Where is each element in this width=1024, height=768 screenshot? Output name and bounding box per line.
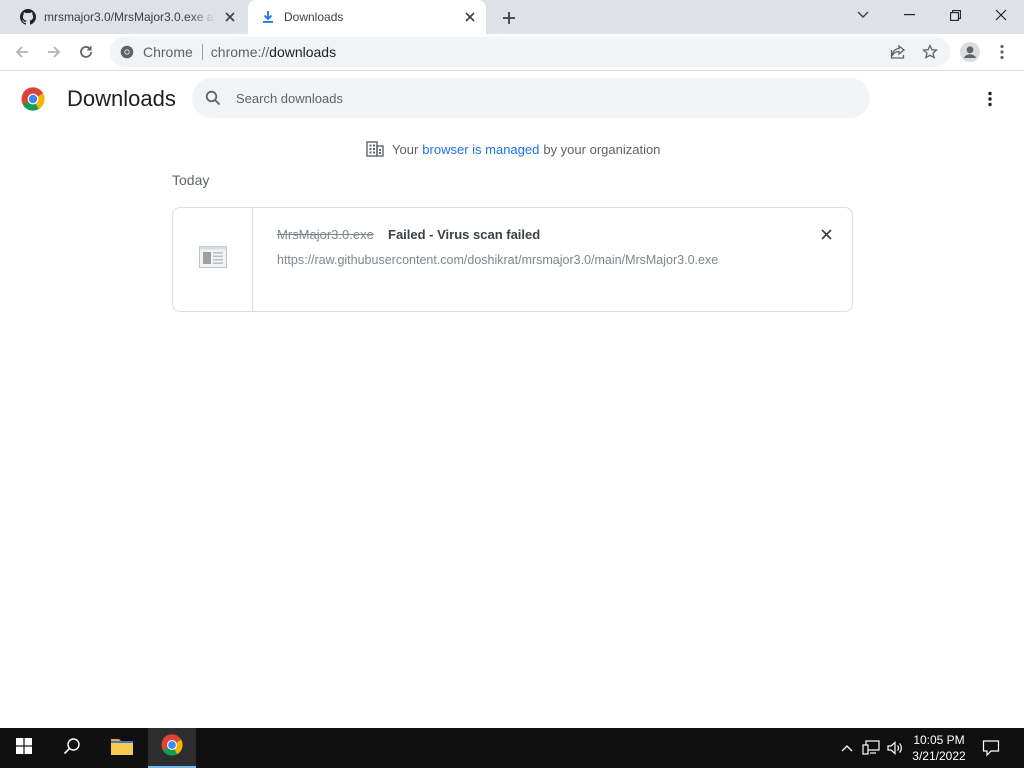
tab-github[interactable]: mrsmajor3.0/MrsMajor3.0.exe at — [8, 0, 246, 34]
download-filename: MrsMajor3.0.exe — [277, 227, 374, 242]
share-icon[interactable] — [886, 40, 910, 64]
divider — [201, 44, 203, 60]
search-input[interactable] — [236, 90, 836, 106]
volume-icon[interactable] — [885, 738, 905, 758]
date-section-header: Today — [172, 172, 210, 188]
managed-notice: Your browser is managed by your organiza… — [366, 140, 660, 158]
file-icon-column — [173, 208, 253, 311]
close-tab-icon[interactable] — [222, 9, 238, 25]
close-window-button[interactable] — [978, 0, 1024, 30]
chrome-taskbar-button[interactable] — [148, 728, 196, 768]
tab-title: mrsmajor3.0/MrsMajor3.0.exe at — [44, 10, 216, 24]
more-actions-icon[interactable] — [978, 87, 1002, 111]
close-tab-icon[interactable] — [462, 9, 478, 25]
windows-logo-icon — [16, 737, 32, 759]
url-scheme: chrome:// — [210, 44, 270, 60]
page-title: Downloads — [67, 86, 176, 111]
minimize-button[interactable] — [886, 0, 932, 30]
downloads-header: Downloads — [0, 72, 1024, 128]
url-host: downloads — [269, 44, 337, 60]
github-icon — [20, 9, 36, 25]
folder-icon — [110, 736, 134, 761]
chrome-chip: Chrome — [143, 44, 193, 60]
reload-button[interactable] — [72, 38, 100, 66]
address-bar[interactable]: Chrome chrome://downloads — [110, 37, 950, 67]
download-url[interactable]: https://raw.githubusercontent.com/doshik… — [277, 253, 718, 267]
restore-button[interactable] — [932, 0, 978, 30]
bookmark-star-icon[interactable] — [918, 40, 942, 64]
notifications-icon[interactable] — [981, 738, 1001, 758]
search-icon — [63, 737, 81, 760]
network-icon[interactable] — [861, 738, 881, 758]
taskbar-search-button[interactable] — [48, 728, 96, 768]
managed-link[interactable]: browser is managed — [422, 142, 539, 157]
new-tab-button[interactable] — [498, 7, 520, 29]
tab-downloads[interactable]: Downloads — [248, 0, 486, 34]
chrome-menu-icon[interactable] — [988, 38, 1016, 66]
chrome-logo-icon — [21, 87, 45, 111]
chrome-logo-icon — [161, 733, 183, 761]
forward-button[interactable] — [40, 38, 68, 66]
search-icon — [204, 89, 222, 107]
remove-download-button[interactable] — [817, 225, 835, 243]
tab-strip: mrsmajor3.0/MrsMajor3.0.exe at Downloads — [0, 0, 1024, 34]
profile-avatar[interactable] — [956, 38, 984, 66]
managed-suffix: by your organization — [543, 141, 661, 157]
windows-taskbar: 10:05 PM 3/21/2022 — [0, 728, 1024, 768]
download-icon — [260, 9, 276, 25]
managed-prefix: Your — [392, 141, 419, 157]
download-item: MrsMajor3.0.exe Failed - Virus scan fail… — [172, 207, 853, 312]
download-status: Failed - Virus scan failed — [388, 227, 541, 242]
browser-toolbar: Chrome chrome://downloads — [0, 34, 1024, 71]
back-button[interactable] — [8, 38, 36, 66]
file-explorer-button[interactable] — [98, 728, 146, 768]
tab-search-button[interactable] — [840, 0, 886, 30]
start-button[interactable] — [0, 728, 48, 768]
chrome-page-icon — [119, 44, 135, 60]
system-clock[interactable]: 10:05 PM 3/21/2022 — [905, 732, 973, 764]
tab-title: Downloads — [284, 10, 344, 24]
clock-time: 10:05 PM — [913, 733, 965, 747]
url-text: chrome://downloads — [211, 44, 336, 60]
clock-date: 3/21/2022 — [912, 749, 966, 763]
building-icon — [366, 140, 384, 158]
show-hidden-icons-icon[interactable] — [837, 738, 857, 758]
file-icon — [198, 246, 227, 273]
search-downloads-box[interactable] — [192, 78, 870, 118]
